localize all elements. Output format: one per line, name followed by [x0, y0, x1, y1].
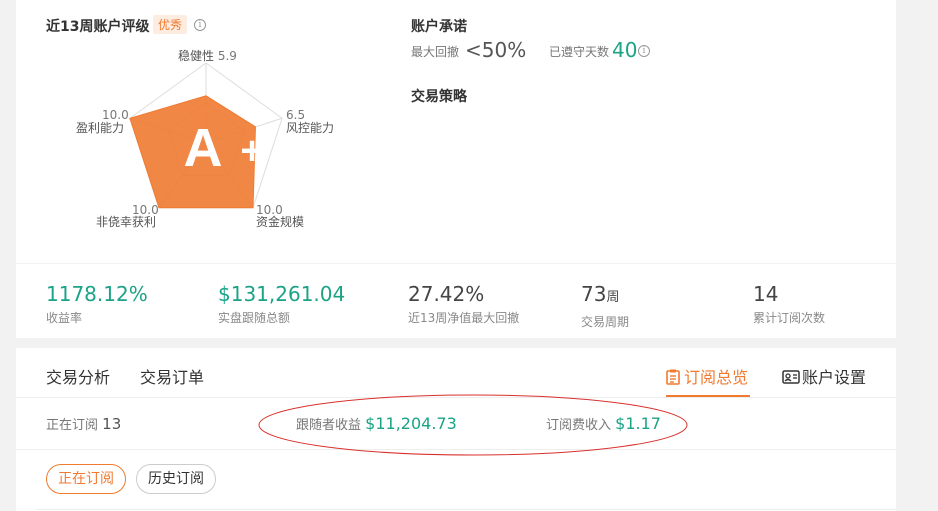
days-info-icon[interactable]: i — [638, 45, 650, 57]
stat-subscriptions-label: 累计订阅次数 — [753, 311, 826, 325]
grade-letter: A — [184, 118, 223, 178]
stat-drawdown-value: 27.42% — [408, 282, 485, 306]
account-card-icon — [782, 370, 800, 384]
stat-follow-total-label: 实盘跟随总额 — [218, 311, 291, 325]
list-divider — [36, 509, 896, 510]
stat-return-value: 1178.12% — [46, 282, 148, 306]
rating-panel: 近13周账户评级 优秀 i A + 稳健性 5.9 6.5 风控能力 10.0 … — [16, 0, 896, 263]
annotation-ellipse — [258, 394, 688, 456]
axis-nonluck-name: 非侥幸获利 — [96, 215, 157, 229]
tab-subscription-overview-label: 订阅总览 — [684, 368, 749, 387]
max-drawdown-label: 最大回撤 — [411, 45, 460, 59]
stat-period-label: 交易周期 — [581, 315, 630, 329]
current-subscriptions-count: 13 — [102, 415, 122, 433]
tab-account-settings-label: 账户设置 — [802, 368, 867, 387]
axis-capital-name: 资金规模 — [256, 215, 305, 229]
stat-follow-total-value: $131,261.04 — [218, 282, 346, 306]
tab-trade-orders[interactable]: 交易订单 — [140, 364, 204, 388]
axis-risk-name: 风控能力 — [286, 121, 335, 135]
axis-stability-value: 5.9 — [217, 49, 237, 63]
stat-subscriptions-value: 14 — [753, 282, 779, 306]
filter-active-subscriptions[interactable]: 正在订阅 — [46, 464, 126, 494]
stat-subscriptions: 14 累计订阅次数 — [753, 282, 825, 326]
stat-period-value: 73周 — [581, 282, 629, 310]
stat-drawdown: 27.42% 近13周净值最大回撤 — [408, 282, 519, 326]
axis-stability-name: 稳健性 — [178, 49, 215, 63]
current-subscriptions: 正在订阅 13 — [46, 414, 121, 433]
filter-history-subscriptions[interactable]: 历史订阅 — [136, 464, 216, 494]
days-kept-value: 40 — [612, 38, 638, 62]
axis-profit-name: 盈利能力 — [76, 121, 125, 135]
strategy-title: 交易策略 — [411, 89, 467, 105]
stat-period-number: 73 — [581, 282, 607, 306]
days-kept-label: 已遵守天数 — [549, 45, 610, 59]
clipboard-icon — [666, 369, 680, 385]
commitment-title: 账户承诺 — [411, 19, 467, 35]
current-subscriptions-label: 正在订阅 — [46, 418, 99, 433]
stat-follow-total: $131,261.04 实盘跟随总额 — [218, 282, 345, 326]
tab-subscription-overview[interactable]: 订阅总览 — [666, 364, 748, 388]
radar-chart: A + — [129, 62, 283, 209]
grade-plus: + — [240, 129, 263, 173]
max-drawdown-value: <50% — [465, 38, 527, 62]
tab-trade-analysis[interactable]: 交易分析 — [46, 364, 110, 388]
stat-drawdown-label: 近13周净值最大回撤 — [408, 311, 520, 325]
tab-account-settings[interactable]: 账户设置 — [782, 364, 866, 388]
axis-stability: 稳健性 5.9 — [178, 50, 237, 63]
stat-return-label: 收益率 — [46, 311, 83, 325]
stat-period-unit: 周 — [606, 290, 620, 305]
stats-panel: 1178.12% 收益率 $131,261.04 实盘跟随总额 27.42% 近… — [16, 264, 896, 338]
stat-period: 73周 交易周期 — [581, 282, 629, 330]
stat-return: 1178.12% 收益率 — [46, 282, 148, 326]
